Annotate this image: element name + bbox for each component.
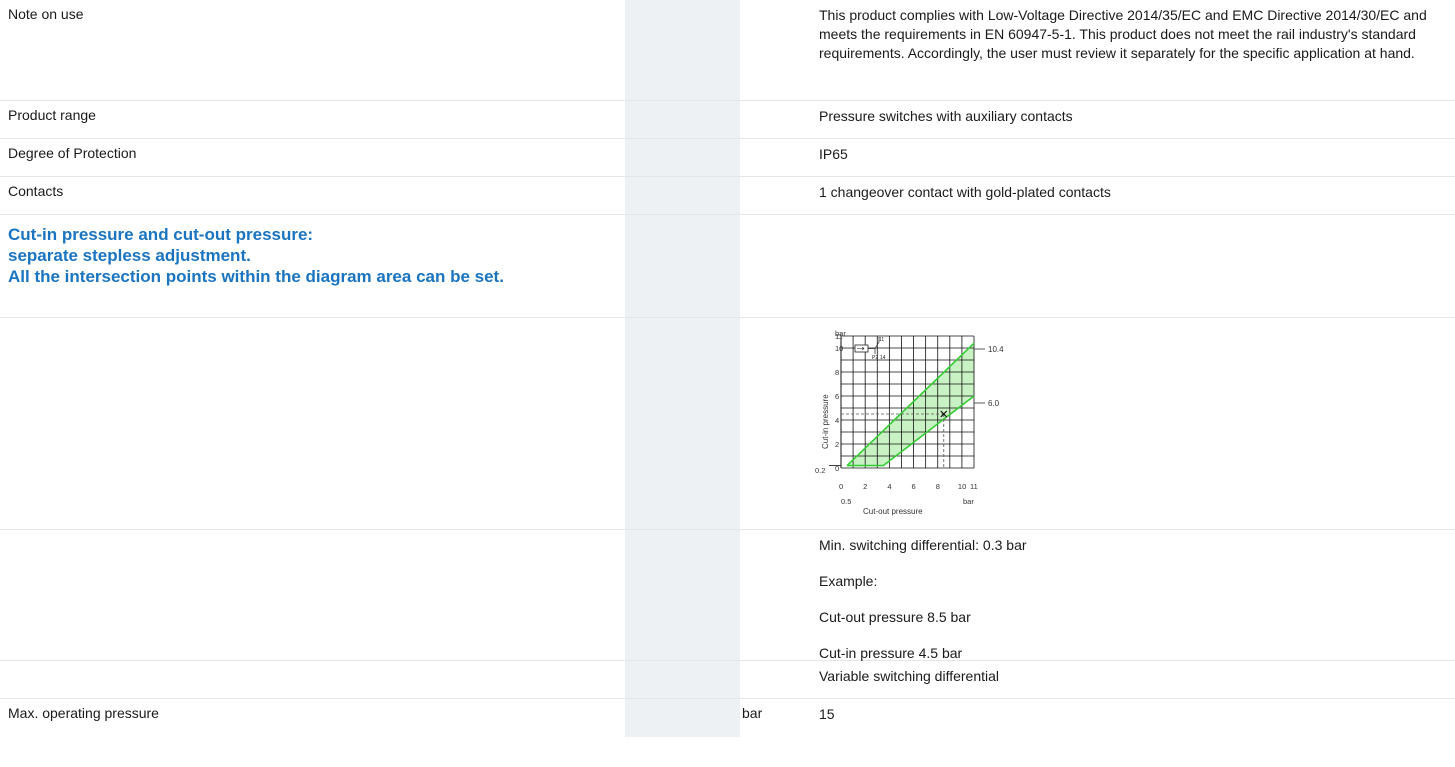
unit-column xyxy=(625,177,740,214)
unit-column xyxy=(625,661,740,698)
y-tick-label: 2 xyxy=(835,440,839,449)
y-tick-label: 10 xyxy=(835,344,843,353)
unit-column xyxy=(625,139,740,176)
row-diagram: 10.4 6.0 bar 11 10 8 6 4 2 0 0 2 4 6 8 10 11 0.2 0.5… xyxy=(0,318,1455,530)
row-heading: Cut-in pressure and cut-out pressure: se… xyxy=(0,215,1455,318)
x-tick-label: 6 xyxy=(912,482,916,491)
x-tick-label: 11 xyxy=(970,482,978,491)
diagram-heading: Cut-in pressure and cut-out pressure: se… xyxy=(0,215,625,317)
x-tick-label: 8 xyxy=(936,482,940,491)
product-range-value: Pressure switches with auxiliary contact… xyxy=(819,108,1073,124)
max-pressure-value: 15 xyxy=(819,706,835,722)
heading-line-1: Cut-in pressure and cut-out pressure: xyxy=(8,225,314,244)
x-min-label: 0.5 xyxy=(841,497,851,506)
degree-of-protection-label: Degree of Protection xyxy=(8,145,137,161)
heading-line-2: separate stepless adjustment. xyxy=(8,246,251,265)
y-axis-title: Cut-in pressure xyxy=(821,394,830,449)
unit-column xyxy=(625,699,740,737)
row-variable-differential: Variable switching differential xyxy=(0,661,1455,699)
max-pressure-unit: bar xyxy=(742,705,763,721)
row-contacts: Contacts 1 changeover contact with gold-… xyxy=(0,177,1455,215)
example-label: Example: xyxy=(819,573,878,589)
x-tick-label: 2 xyxy=(863,482,867,491)
degree-of-protection-value: IP65 xyxy=(819,146,848,162)
row-degree-of-protection: Degree of Protection IP65 xyxy=(0,139,1455,177)
variable-differential-value: Variable switching differential xyxy=(819,668,1000,684)
x-tick-label: 4 xyxy=(887,482,891,491)
x-axis-title: Cut-out pressure xyxy=(863,507,923,516)
y-tick-label: 11 xyxy=(835,332,843,341)
unit-column xyxy=(625,318,740,529)
unit-column xyxy=(625,101,740,138)
y-tick-label: 6 xyxy=(835,392,839,401)
example-cut-out: Cut-out pressure 8.5 bar xyxy=(819,609,971,625)
x-tick-label: 10 xyxy=(958,482,966,491)
unit-column xyxy=(625,0,740,100)
row-max-operating-pressure: Max. operating pressure bar 15 xyxy=(0,699,1455,737)
svg-text:P2: P2 xyxy=(872,355,878,361)
row-note-on-use: Note on use This product complies with L… xyxy=(0,0,1455,101)
unit-column xyxy=(625,215,740,317)
y-tick-label: 8 xyxy=(835,368,839,377)
x-tick-label: 0 xyxy=(839,482,843,491)
x-tick-labels: 0 2 4 6 8 10 11 xyxy=(839,482,978,491)
row-switching-example: Min. switching differential: 0.3 bar Exa… xyxy=(0,530,1455,661)
row-product-range: Product range Pressure switches with aux… xyxy=(0,101,1455,139)
note-on-use-label: Note on use xyxy=(8,6,84,22)
contacts-label: Contacts xyxy=(8,183,64,199)
contacts-value: 1 changeover contact with gold-plated co… xyxy=(819,184,1111,200)
min-switching-differential: Min. switching differential: 0.3 bar xyxy=(819,537,1027,553)
pressure-switch-symbol-icon: P2 14 11 xyxy=(854,337,886,361)
svg-text:11: 11 xyxy=(879,337,884,343)
unit-column xyxy=(625,530,740,660)
upper-right-value: 10.4 xyxy=(988,345,1004,354)
product-range-label: Product range xyxy=(8,107,96,123)
y-tick-label: 4 xyxy=(835,416,839,425)
max-pressure-label: Max. operating pressure xyxy=(8,705,159,721)
spec-table: Note on use This product complies with L… xyxy=(0,0,1455,737)
heading-line-3: All the intersection points within the d… xyxy=(8,267,504,286)
y-tick-label: 0 xyxy=(835,464,839,473)
note-on-use-value: This product complies with Low-Voltage D… xyxy=(819,7,1427,61)
lower-right-value: 6.0 xyxy=(988,399,1000,408)
y-tick-labels: 11 10 8 6 4 2 0 xyxy=(835,332,843,473)
x-unit-label: bar xyxy=(963,497,974,506)
pressure-setting-diagram: 10.4 6.0 bar 11 10 8 6 4 2 0 0 2 4 6 8 10 11 0.2 0.5… xyxy=(815,329,1004,516)
svg-text:14: 14 xyxy=(880,355,886,361)
y-min-label: 0.2 xyxy=(815,466,825,475)
